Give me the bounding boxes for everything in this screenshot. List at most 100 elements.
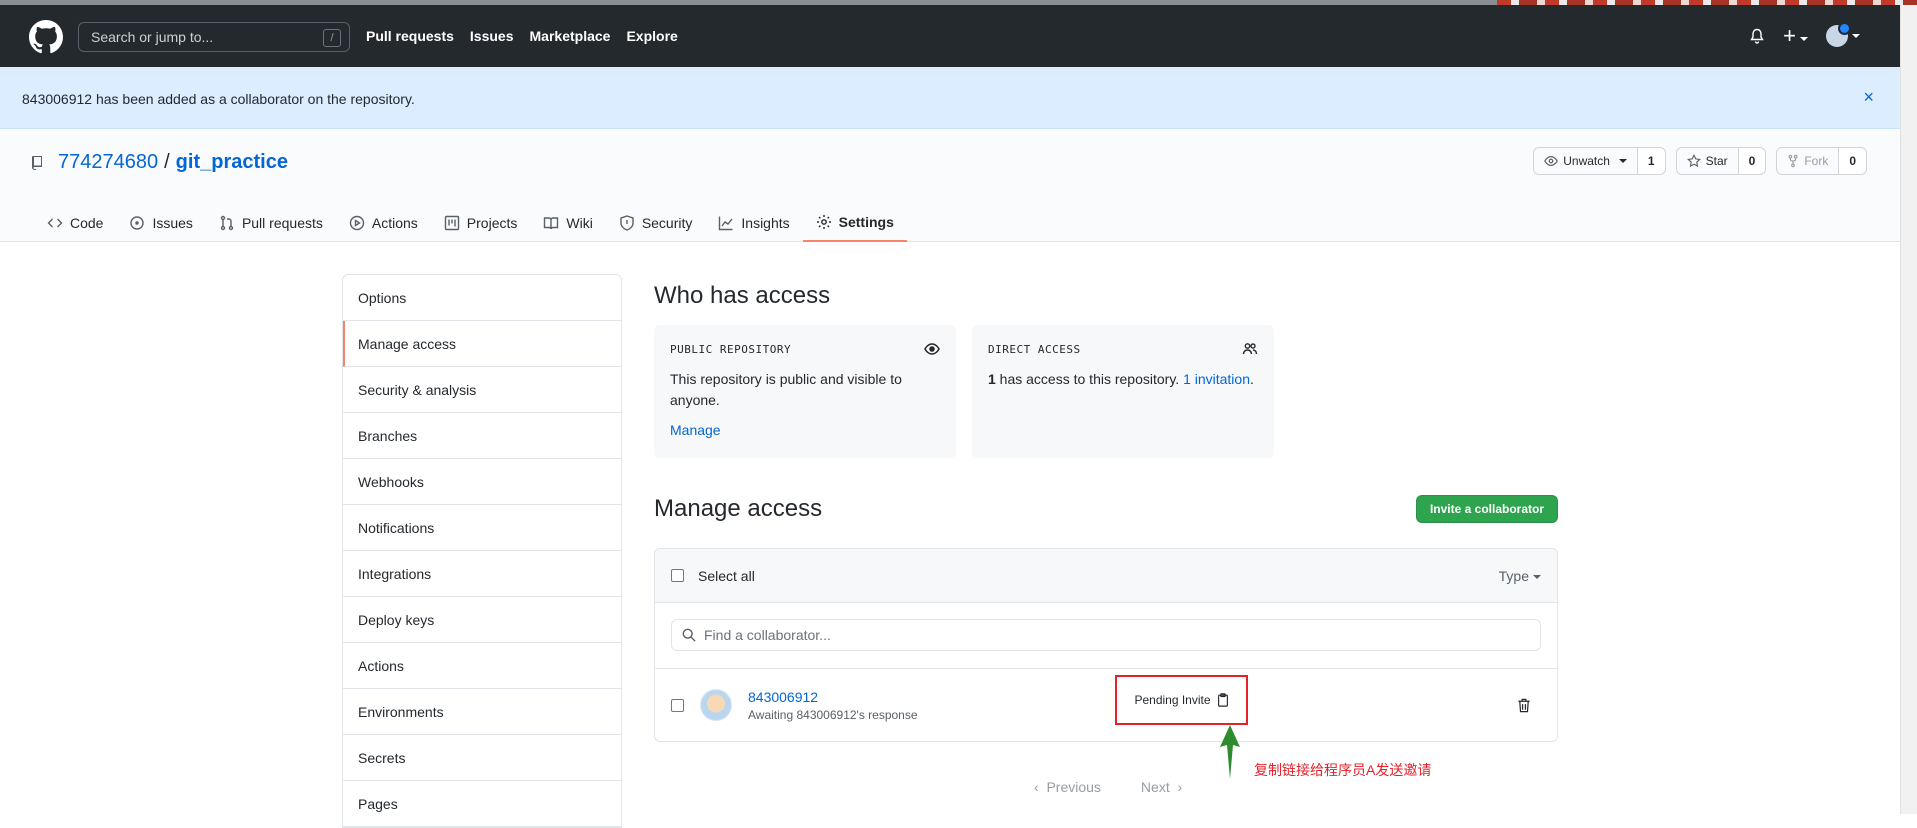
bell-icon[interactable] [1749,28,1765,44]
nav-issues[interactable]: Issues [470,28,514,44]
fork-icon [1788,154,1798,168]
collaborator-name-link[interactable]: 843006912 [748,689,918,705]
tab-label: Settings [838,214,894,230]
previous-label: Previous [1046,779,1101,795]
sidebar-item-secrets[interactable]: Secrets [343,735,621,781]
search-placeholder: Search or jump to... [91,29,214,45]
close-icon[interactable]: × [1863,87,1874,108]
avatar [700,689,732,721]
repo-tabs: Code Issues Pull requests Actions Projec… [34,204,907,242]
tab-label: Wiki [566,215,593,231]
tab-label: Projects [466,215,518,231]
tab-security[interactable]: Security [606,204,706,242]
repo-header: 774274680 / git_practice Unwatch 1 Star … [0,129,1900,242]
search-shortcut-key: / [323,29,341,47]
repo-title: 774274680 / git_practice [30,151,288,174]
manage-visibility-link[interactable]: Manage [670,422,721,438]
invitation-link[interactable]: 1 invitation [1183,371,1250,387]
next-label: Next [1140,779,1170,795]
manage-access-header: Manage access Invite a collaborator [654,495,1558,523]
sidebar-item-integrations[interactable]: Integrations [343,551,621,597]
nav-explore[interactable]: Explore [626,28,677,44]
star-count[interactable]: 0 [1737,148,1766,174]
issue-icon [130,216,145,230]
tab-actions[interactable]: Actions [336,204,431,242]
create-new-button[interactable]: + [1783,23,1808,48]
manage-access-title: Manage access [654,495,823,522]
repo-name-link[interactable]: git_practice [176,151,288,174]
tab-settings[interactable]: Settings [802,204,907,242]
tab-issues[interactable]: Issues [116,204,205,242]
sidebar-item-actions[interactable]: Actions [343,643,621,689]
sidebar-item-notifications[interactable]: Notifications [343,505,621,551]
gear-icon [816,215,831,229]
chevron-down-icon [1852,34,1860,38]
book-icon [544,217,559,230]
github-logo-icon[interactable] [29,20,63,54]
direct-access-period: . [1250,371,1254,387]
code-icon [47,218,63,228]
chevron-down-icon [1800,37,1808,42]
direct-access-count: 1 [988,371,996,387]
nav-marketplace[interactable]: Marketplace [530,28,611,44]
pending-invite-badge[interactable]: Pending Invite [1115,675,1248,725]
list-item: 843006912 Awaiting 843006912's response … [655,669,1557,741]
collaborator-checkbox[interactable] [671,698,684,712]
header-actions: + [1749,22,1860,48]
select-all-label: Select all [698,567,755,584]
tab-projects[interactable]: Projects [431,204,531,242]
plus-icon: + [1783,23,1796,48]
fork-button-group: Fork 0 [1776,147,1867,175]
page-scrollbar[interactable] [1900,5,1917,814]
eye-icon [1544,156,1559,166]
collaborator-search: Find a collaborator... [655,603,1557,669]
project-icon [444,215,459,231]
repo-icon [32,155,42,170]
nav-pull-requests[interactable]: Pull requests [366,28,454,44]
fork-count[interactable]: 0 [1838,148,1866,174]
watch-button[interactable]: Unwatch [1534,148,1637,174]
collaborator-info: 843006912 Awaiting 843006912's response [748,689,918,722]
annotation-note: 复制链接给程序员A发送邀请 [1254,762,1432,778]
sidebar-item-manage-access[interactable]: Manage access [343,321,621,367]
sidebar-item-environments[interactable]: Environments [343,689,621,735]
play-icon [349,215,365,231]
find-collaborator-placeholder: Find a collaborator... [704,627,831,643]
star-button-group: Star 0 [1675,147,1767,175]
collaborator-list-header: Select all Type [655,549,1557,603]
select-all-checkbox[interactable] [671,569,684,582]
arrow-up-icon [1220,725,1240,779]
direct-access-text: 1 has access to this repository. 1 invit… [988,369,1258,390]
sidebar-item-webhooks[interactable]: Webhooks [343,459,621,505]
tab-pull-requests[interactable]: Pull requests [206,204,336,242]
watch-count[interactable]: 1 [1636,148,1665,174]
find-collaborator-input[interactable]: Find a collaborator... [671,619,1541,651]
sidebar-item-pages[interactable]: Pages [343,781,621,827]
tab-wiki[interactable]: Wiki [530,204,605,242]
next-page-button[interactable]: Next › [1141,779,1182,795]
user-menu-button[interactable] [1826,22,1860,47]
graph-icon [719,216,733,231]
type-filter-dropdown[interactable]: Type [1499,568,1541,584]
tab-label: Code [70,215,104,231]
repo-owner-link[interactable]: 774274680 [58,151,158,174]
previous-page-button[interactable]: ‹ Previous [1034,779,1101,795]
tab-label: Actions [371,215,418,231]
global-nav: Pull requests Issues Marketplace Explore [366,28,678,44]
public-repository-text: This repository is public and visible to… [670,371,902,408]
sidebar-item-security-analysis[interactable]: Security & analysis [343,367,621,413]
trash-icon[interactable] [1517,698,1531,713]
tab-code[interactable]: Code [34,204,116,242]
sidebar-item-options[interactable]: Options [343,275,621,321]
fork-label: Fork [1804,154,1829,168]
invite-collaborator-button[interactable]: Invite a collaborator [1415,495,1558,523]
sidebar-item-branches[interactable]: Branches [343,413,621,459]
clipboard-icon[interactable] [1217,693,1229,707]
fork-button[interactable]: Fork [1777,148,1838,174]
watch-button-group: Unwatch 1 [1533,147,1666,175]
star-button[interactable]: Star [1677,148,1738,174]
tab-insights[interactable]: Insights [705,204,802,242]
global-search-input[interactable]: Search or jump to... / [78,22,350,52]
type-filter-label: Type [1498,567,1529,584]
sidebar-item-deploy-keys[interactable]: Deploy keys [343,597,621,643]
